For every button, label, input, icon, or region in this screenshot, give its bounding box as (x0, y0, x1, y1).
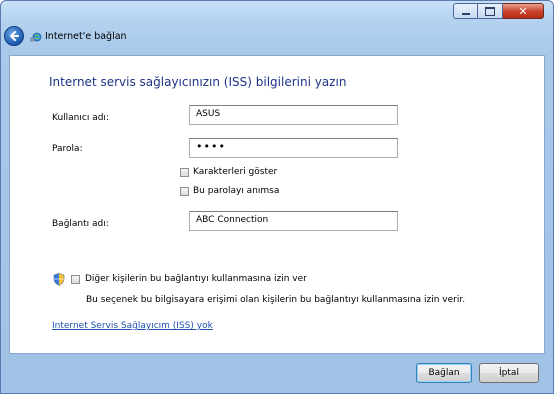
back-button[interactable] (4, 26, 24, 46)
connect-button[interactable]: Bağlan (416, 363, 472, 383)
close-icon: ✕ (518, 4, 528, 18)
back-arrow-icon (9, 31, 19, 41)
content-panel (9, 55, 545, 354)
allow-others-row[interactable]: Diğer kişilerin bu bağlantıyı kullanması… (71, 274, 307, 284)
allow-others-checkbox[interactable] (71, 274, 80, 284)
remember-password-label: Bu parolayı anımsa (193, 186, 280, 196)
page-heading: Internet servis sağlayıcınızın (ISS) bil… (49, 75, 347, 89)
maximize-button[interactable] (478, 3, 503, 19)
dialog-window: ✕ Internet'e bağlan Internet servis sağl… (0, 0, 554, 394)
password-field[interactable]: •••• (189, 138, 398, 158)
close-button[interactable]: ✕ (503, 3, 544, 19)
allow-others-label: Diğer kişilerin bu bağlantıyı kullanması… (85, 274, 307, 284)
minimize-icon (461, 12, 470, 15)
remember-password-row[interactable]: Bu parolayı anımsa (180, 186, 279, 196)
username-field[interactable]: ASUS (189, 105, 398, 125)
allow-others-description: Bu seçenek bu bilgisayara erişimi olan k… (86, 295, 466, 305)
connection-name-label: Bağlantı adı: (52, 219, 109, 229)
show-characters-label: Karakterleri göster (193, 167, 278, 177)
no-isp-link[interactable]: Internet Servis Sağlayıcım (ISS) yok (52, 321, 213, 331)
show-characters-checkbox[interactable] (180, 167, 189, 177)
caption-buttons: ✕ (453, 3, 544, 19)
uac-shield-icon (53, 273, 65, 286)
network-globe-icon (30, 32, 42, 42)
password-label: Parola: (52, 144, 83, 154)
username-label: Kullanıcı adı: (52, 113, 109, 123)
window-title: Internet'e bağlan (45, 31, 127, 42)
remember-password-checkbox[interactable] (180, 186, 189, 196)
cancel-button[interactable]: İptal (479, 363, 539, 383)
show-characters-row[interactable]: Karakterleri göster (180, 167, 277, 177)
connection-name-field[interactable]: ABC Connection (189, 211, 398, 231)
minimize-button[interactable] (453, 3, 478, 19)
maximize-icon (485, 6, 495, 16)
